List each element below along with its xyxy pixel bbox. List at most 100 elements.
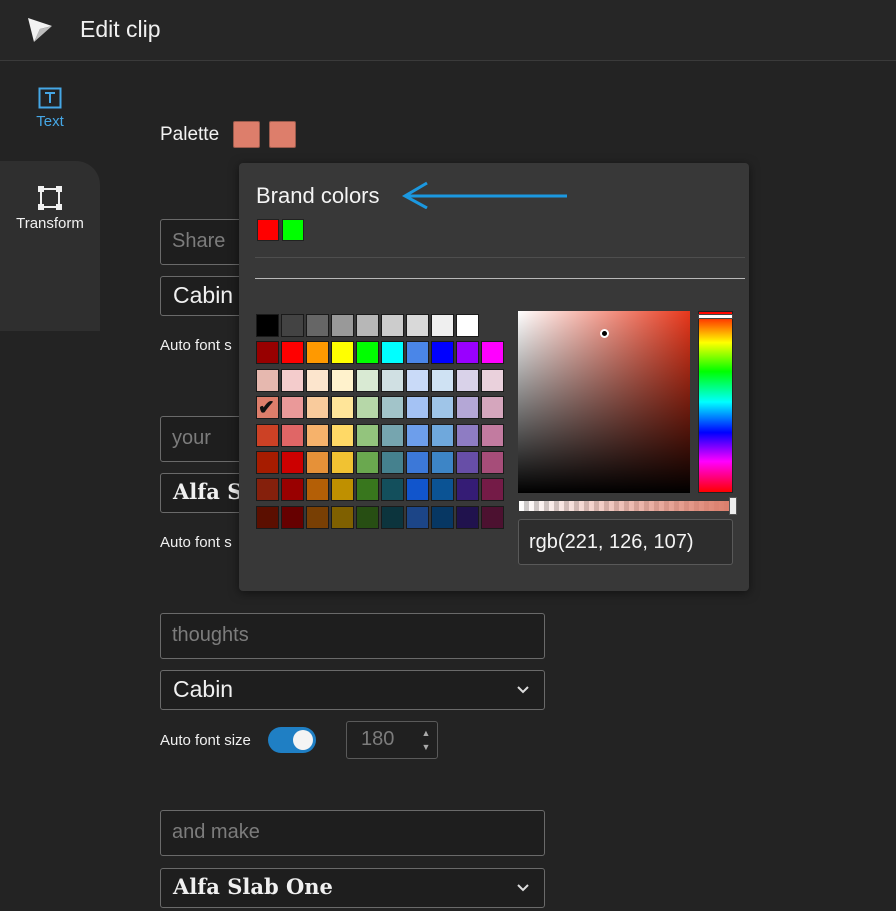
color-swatch[interactable]	[306, 396, 329, 420]
color-swatch[interactable]	[281, 505, 304, 529]
color-swatch[interactable]	[281, 478, 304, 502]
sidebar-item-text[interactable]: Text	[0, 87, 100, 167]
color-swatch[interactable]	[456, 423, 479, 447]
color-swatch[interactable]	[356, 314, 379, 337]
color-swatch[interactable]	[406, 368, 429, 392]
color-swatch[interactable]	[306, 505, 329, 529]
sidebar-item-transform[interactable]: Transform	[0, 161, 100, 331]
color-swatch[interactable]	[406, 341, 429, 365]
color-swatch[interactable]	[481, 505, 504, 529]
color-swatch[interactable]	[356, 423, 379, 447]
color-swatch[interactable]	[306, 341, 329, 365]
color-swatch[interactable]	[456, 341, 479, 365]
color-swatch[interactable]	[481, 451, 504, 474]
hue-slider[interactable]	[698, 311, 733, 493]
color-swatch[interactable]	[381, 451, 404, 474]
saturation-value-picker[interactable]	[518, 311, 690, 493]
auto-font-size-toggle[interactable]	[268, 727, 316, 753]
brand-color-swatch[interactable]	[257, 219, 279, 241]
color-swatch[interactable]	[406, 423, 429, 447]
color-swatch[interactable]	[306, 478, 329, 502]
stepper[interactable]: ▲ ▼	[419, 726, 433, 754]
color-swatch[interactable]	[256, 368, 279, 392]
text-input[interactable]: thoughts	[160, 613, 545, 659]
color-swatch[interactable]: ✔	[256, 396, 279, 420]
color-swatch[interactable]	[456, 478, 479, 502]
color-swatch[interactable]	[356, 341, 379, 365]
color-swatch[interactable]	[306, 423, 329, 447]
color-swatch[interactable]	[331, 451, 354, 474]
color-swatch[interactable]	[356, 505, 379, 529]
color-swatch[interactable]	[481, 341, 504, 365]
color-swatch[interactable]	[281, 423, 304, 447]
color-swatch[interactable]	[456, 396, 479, 420]
color-swatch[interactable]	[481, 368, 504, 392]
color-swatch[interactable]	[381, 368, 404, 392]
color-swatch[interactable]	[381, 396, 404, 420]
color-swatch[interactable]	[381, 478, 404, 502]
color-swatch[interactable]	[431, 368, 454, 392]
color-swatch[interactable]	[406, 314, 429, 337]
color-swatch[interactable]	[256, 505, 279, 529]
color-swatch[interactable]	[331, 314, 354, 337]
color-swatch[interactable]	[406, 505, 429, 529]
color-swatch[interactable]	[256, 478, 279, 502]
color-swatch[interactable]	[256, 423, 279, 447]
palette-swatch[interactable]	[269, 121, 296, 148]
palette-swatch[interactable]	[233, 121, 260, 148]
color-swatch[interactable]	[431, 505, 454, 529]
paper-plane-logo-icon[interactable]	[26, 16, 54, 44]
color-swatch[interactable]	[431, 396, 454, 420]
color-swatch[interactable]	[256, 341, 279, 365]
color-swatch[interactable]	[281, 368, 304, 392]
color-swatch[interactable]	[331, 423, 354, 447]
color-swatch[interactable]	[356, 396, 379, 420]
color-swatch[interactable]	[456, 451, 479, 474]
color-swatch[interactable]	[306, 368, 329, 392]
color-swatch[interactable]	[481, 423, 504, 447]
color-swatch[interactable]	[281, 396, 304, 420]
color-swatch[interactable]	[456, 314, 479, 337]
color-swatch[interactable]	[431, 451, 454, 474]
color-cursor[interactable]	[600, 329, 609, 338]
font-select[interactable]: Alfa Slab One	[160, 868, 545, 908]
color-swatch[interactable]	[331, 341, 354, 365]
color-swatch[interactable]	[406, 478, 429, 502]
color-swatch[interactable]	[256, 451, 279, 474]
color-swatch[interactable]	[431, 478, 454, 502]
color-swatch[interactable]	[406, 396, 429, 420]
alpha-slider-handle[interactable]	[729, 497, 737, 515]
color-swatch[interactable]	[306, 314, 329, 337]
brand-color-swatch[interactable]	[282, 219, 304, 241]
color-swatch[interactable]	[431, 314, 454, 337]
color-swatch[interactable]	[281, 451, 304, 474]
color-swatch[interactable]	[281, 341, 304, 365]
color-swatch[interactable]	[331, 396, 354, 420]
color-swatch[interactable]	[281, 314, 304, 337]
color-swatch[interactable]	[331, 368, 354, 392]
color-swatch[interactable]	[381, 505, 404, 529]
color-swatch[interactable]	[431, 423, 454, 447]
chevron-up-icon[interactable]: ▲	[419, 726, 433, 740]
color-swatch[interactable]	[406, 451, 429, 474]
color-swatch[interactable]	[456, 505, 479, 529]
alpha-slider[interactable]	[519, 497, 737, 515]
font-select[interactable]: Cabin	[160, 670, 545, 710]
color-swatch[interactable]	[481, 478, 504, 502]
color-swatch[interactable]	[356, 368, 379, 392]
color-swatch[interactable]	[356, 478, 379, 502]
color-swatch[interactable]	[331, 505, 354, 529]
color-swatch[interactable]	[331, 478, 354, 502]
hue-slider-handle[interactable]	[698, 314, 733, 319]
color-swatch[interactable]	[481, 396, 504, 420]
color-swatch[interactable]	[256, 314, 279, 337]
text-input[interactable]: and make	[160, 810, 545, 856]
color-swatch[interactable]	[381, 314, 404, 337]
font-size-input[interactable]: 180 ▲ ▼	[346, 721, 438, 759]
color-swatch[interactable]	[431, 341, 454, 365]
color-swatch[interactable]	[356, 451, 379, 474]
color-swatch[interactable]	[381, 423, 404, 447]
color-value-input[interactable]: rgb(221, 126, 107)	[518, 519, 733, 565]
color-swatch[interactable]	[456, 368, 479, 392]
color-swatch[interactable]	[306, 451, 329, 474]
